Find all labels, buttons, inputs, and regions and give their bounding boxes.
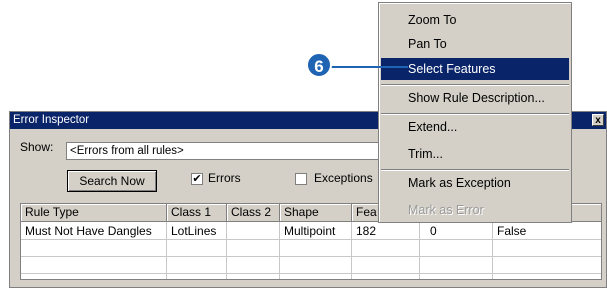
menu-item-trim[interactable]: Trim... xyxy=(381,143,569,165)
window-title: Error Inspector xyxy=(13,114,90,126)
menu-item-select-features[interactable]: Select Features xyxy=(381,58,569,80)
callout-leader-line xyxy=(330,66,408,68)
menu-item-mark-as-exception[interactable]: Mark as Exception xyxy=(381,172,569,194)
menu-separator xyxy=(381,169,569,171)
errors-checkbox[interactable]: ✔ xyxy=(191,173,203,185)
search-now-button[interactable]: Search Now xyxy=(67,170,157,192)
step-callout: 6 xyxy=(306,52,332,78)
column-header-shape[interactable]: Shape xyxy=(280,204,352,222)
cell-shape: Multipoint xyxy=(284,224,336,238)
menu-item-show-rule-description[interactable]: Show Rule Description... xyxy=(381,87,569,109)
cell-rule-type: Must Not Have Dangles xyxy=(25,224,152,238)
cell-col-6: False xyxy=(497,224,527,238)
column-header-rule-type[interactable]: Rule Type xyxy=(21,204,167,222)
menu-separator xyxy=(381,113,569,115)
menu-separator xyxy=(381,84,569,86)
cell-class-1: LotLines xyxy=(171,224,217,238)
column-header-class-2[interactable]: Class 2 xyxy=(227,204,280,222)
exceptions-checkbox[interactable] xyxy=(295,173,307,185)
show-dropdown[interactable]: <Errors from all rules> xyxy=(66,142,386,160)
errors-label: Errors xyxy=(208,171,241,185)
close-icon[interactable]: x xyxy=(592,114,604,126)
exceptions-label: Exceptions xyxy=(314,171,373,185)
cell-col-5: 0 xyxy=(430,224,437,238)
cell-feature: 182 xyxy=(356,224,377,238)
menu-item-extend[interactable]: Extend... xyxy=(381,116,569,138)
context-menu: Zoom To Pan To Select Features Show Rule… xyxy=(378,2,572,223)
menu-item-pan-to[interactable]: Pan To xyxy=(381,33,569,55)
show-label: Show: xyxy=(20,140,54,154)
cell-class-2 xyxy=(227,223,231,239)
column-header-class-1[interactable]: Class 1 xyxy=(167,204,227,222)
menu-item-zoom-to[interactable]: Zoom To xyxy=(381,9,569,31)
menu-item-mark-as-error: Mark as Error xyxy=(408,203,484,217)
